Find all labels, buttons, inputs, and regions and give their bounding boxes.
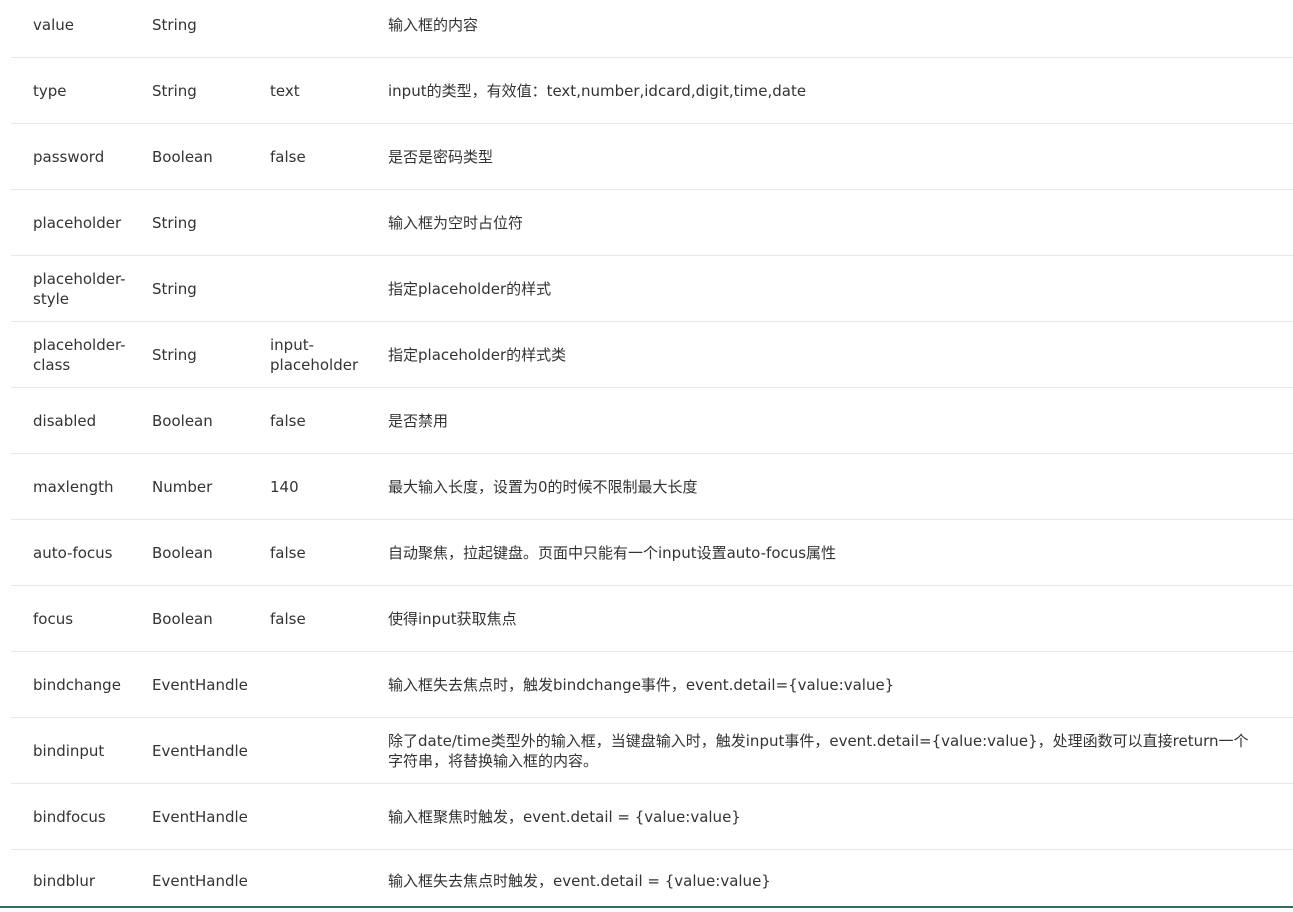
table-row: bindfocus EventHandle 输入框聚焦时触发，event.det… [11, 784, 1293, 850]
table-row: auto-focus Boolean false 自动聚焦，拉起键盘。页面中只能… [11, 520, 1293, 586]
attr-default [248, 784, 366, 850]
attr-name: maxlength [11, 454, 130, 520]
attr-type: EventHandle [130, 652, 248, 718]
attr-type: String [130, 58, 248, 124]
attr-default [248, 718, 366, 784]
attr-name: placeholder [11, 190, 130, 256]
attr-description: 指定placeholder的样式 [366, 256, 1293, 322]
attr-type: Number [130, 454, 248, 520]
attr-type: EventHandle [130, 850, 248, 912]
attr-description: 输入框失去焦点时触发，event.detail = {value:value} [366, 850, 1293, 912]
table-row: password Boolean false 是否是密码类型 [11, 124, 1293, 190]
attr-default [248, 652, 366, 718]
attr-name: password [11, 124, 130, 190]
attr-default: false [248, 520, 366, 586]
attr-default [248, 0, 366, 58]
attribute-table: value String 输入框的内容 type String text inp… [11, 0, 1293, 912]
attribute-table-body: value String 输入框的内容 type String text inp… [11, 0, 1293, 912]
attr-description: 是否是密码类型 [366, 124, 1293, 190]
attr-default: text [248, 58, 366, 124]
attr-type: String [130, 0, 248, 58]
table-row: placeholder-style String 指定placeholder的样… [11, 256, 1293, 322]
attr-default: input-placeholder [248, 322, 366, 388]
attr-name: auto-focus [11, 520, 130, 586]
attr-name: placeholder-class [11, 322, 130, 388]
attr-default: 140 [248, 454, 366, 520]
attr-default [248, 850, 366, 912]
attr-description: 使得input获取焦点 [366, 586, 1293, 652]
table-row: placeholder String 输入框为空时占位符 [11, 190, 1293, 256]
attr-description: 除了date/time类型外的输入框，当键盘输入时，触发input事件，even… [366, 718, 1293, 784]
table-row: bindchange EventHandle 输入框失去焦点时，触发bindch… [11, 652, 1293, 718]
attr-type: Boolean [130, 520, 248, 586]
attr-description: 自动聚焦，拉起键盘。页面中只能有一个input设置auto-focus属性 [366, 520, 1293, 586]
attr-default [248, 190, 366, 256]
attr-description: 输入框聚焦时触发，event.detail = {value:value} [366, 784, 1293, 850]
attr-type: EventHandle [130, 718, 248, 784]
attr-description: 输入框失去焦点时，触发bindchange事件，event.detail={va… [366, 652, 1293, 718]
attr-name: placeholder-style [11, 256, 130, 322]
attr-type: String [130, 190, 248, 256]
attr-name: bindinput [11, 718, 130, 784]
table-row: type String text input的类型，有效值：text,numbe… [11, 58, 1293, 124]
attr-description: 输入框为空时占位符 [366, 190, 1293, 256]
attr-default: false [248, 388, 366, 454]
table-row: value String 输入框的内容 [11, 0, 1293, 58]
attr-name: bindfocus [11, 784, 130, 850]
attr-type: Boolean [130, 124, 248, 190]
attr-type: String [130, 322, 248, 388]
attr-name: bindblur [11, 850, 130, 912]
table-row: placeholder-class String input-placehold… [11, 322, 1293, 388]
attr-description: 指定placeholder的样式类 [366, 322, 1293, 388]
table-row: maxlength Number 140 最大输入长度，设置为0的时候不限制最大… [11, 454, 1293, 520]
attr-default: false [248, 586, 366, 652]
attr-name: bindchange [11, 652, 130, 718]
attr-type: String [130, 256, 248, 322]
attr-default [248, 256, 366, 322]
attr-name: value [11, 0, 130, 58]
table-row: bindblur EventHandle 输入框失去焦点时触发，event.de… [11, 850, 1293, 912]
attr-description: 最大输入长度，设置为0的时候不限制最大长度 [366, 454, 1293, 520]
table-row: disabled Boolean false 是否禁用 [11, 388, 1293, 454]
attr-type: Boolean [130, 388, 248, 454]
attr-description: input的类型，有效值：text,number,idcard,digit,ti… [366, 58, 1293, 124]
attr-description: 输入框的内容 [366, 0, 1293, 58]
table-row: focus Boolean false 使得input获取焦点 [11, 586, 1293, 652]
attr-name: type [11, 58, 130, 124]
attr-type: Boolean [130, 586, 248, 652]
attr-name: disabled [11, 388, 130, 454]
table-row: bindinput EventHandle 除了date/time类型外的输入框… [11, 718, 1293, 784]
attr-description: 是否禁用 [366, 388, 1293, 454]
attr-name: focus [11, 586, 130, 652]
attr-default: false [248, 124, 366, 190]
attr-type: EventHandle [130, 784, 248, 850]
